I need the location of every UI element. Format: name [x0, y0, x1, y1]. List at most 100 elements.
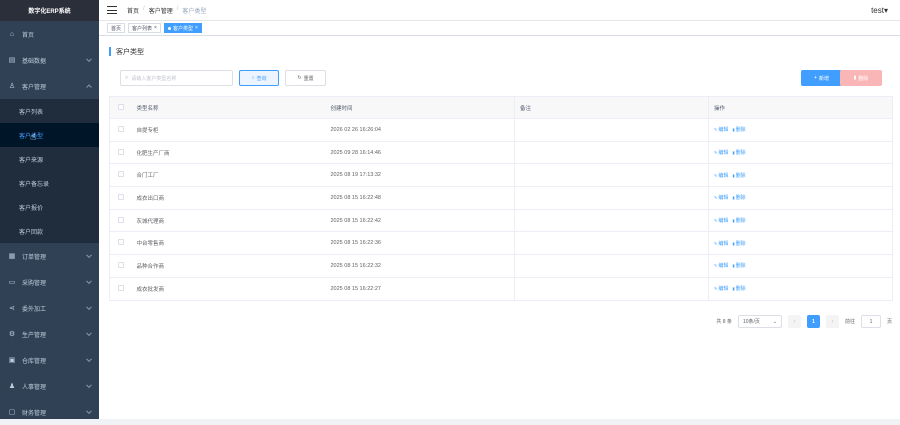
user-menu[interactable]: test▾ — [871, 6, 888, 15]
chevron-down-icon — [86, 304, 92, 310]
add-button[interactable]: + 新增 — [801, 70, 842, 86]
sidebar-item-6[interactable]: ⚙生产管理 — [0, 321, 99, 347]
row-delete-button[interactable]: ▮删除 — [732, 286, 745, 292]
page-size-select[interactable]: 10条/页 ⌄ — [738, 315, 782, 328]
chevron-down-icon — [86, 56, 92, 62]
row-checkbox[interactable] — [110, 255, 137, 278]
submenu-item-3[interactable]: 客户备忘录 — [0, 171, 99, 195]
cell-created-time: 2025 08 15 16:22:32 — [327, 255, 515, 278]
toolbar: ⌕ 请输入客户类型名称 ○ 查询 ↻ 重置 + 新增 ▮ 删除 — [109, 70, 890, 86]
edit-button[interactable]: ✎编辑 — [714, 286, 728, 292]
trash-icon: ▮ — [732, 127, 734, 132]
cell-created-time: 2025 08 19 17:13:32 — [327, 164, 515, 187]
row-checkbox[interactable] — [110, 277, 137, 300]
chevron-down-icon — [86, 278, 92, 284]
edit-button[interactable]: ✎编辑 — [714, 263, 728, 269]
cell-actions: ✎编辑 ▮删除 — [709, 255, 893, 278]
edit-label: 编辑 — [718, 127, 728, 133]
hamburger-icon[interactable] — [107, 6, 117, 14]
row-checkbox[interactable] — [110, 232, 137, 255]
table-row: 灰城代理商2025 08 15 16:22:42✎编辑▮删除 — [110, 209, 893, 232]
finance-icon: ▢ — [8, 408, 16, 416]
submenu-item-2[interactable]: 客户来源 — [0, 147, 99, 171]
tag-home[interactable]: 首页 — [107, 23, 125, 33]
breadcrumb-separator: / — [143, 6, 145, 15]
edit-label: 编辑 — [718, 195, 728, 201]
sidebar-item-0[interactable]: ⌂首页 — [0, 21, 99, 47]
cell-type-name: 品种合作商 — [137, 255, 327, 278]
edit-button[interactable]: ✎编辑 — [714, 195, 728, 201]
sidebar-item-9[interactable]: ▢财务管理 — [0, 399, 99, 425]
row-delete-button[interactable]: ▮删除 — [732, 241, 745, 247]
sidebar-item-2[interactable]: ♙客户管理 — [0, 73, 99, 99]
cell-type-name: 合门工厂 — [137, 164, 327, 187]
app-logo: 数字化ERP系统 — [0, 0, 99, 21]
sidebar-item-8[interactable]: ♟人事管理 — [0, 373, 99, 399]
sidebar-item-7[interactable]: ▣仓库管理 — [0, 347, 99, 373]
tag-customer-type[interactable]: 客户类型× — [164, 23, 202, 33]
close-icon[interactable]: × — [154, 25, 157, 31]
breadcrumb-home[interactable]: 首页 — [127, 6, 139, 15]
cell-created-time: 2025 08 15 16:22:36 — [327, 232, 515, 255]
cell-type-name: 化肥生产厂商 — [137, 141, 327, 164]
edit-button[interactable]: ✎编辑 — [714, 218, 728, 224]
goto-page-input[interactable]: 1 — [861, 315, 881, 328]
sidebar-item-4[interactable]: ▭采购管理 — [0, 269, 99, 295]
table-row: 成衣出口商2025 08 15 16:22:48✎编辑▮删除 — [110, 187, 893, 210]
row-delete-button[interactable]: ▮删除 — [732, 195, 745, 201]
row-delete-button[interactable]: ▮删除 — [732, 263, 745, 269]
row-checkbox[interactable] — [110, 119, 137, 142]
reset-button[interactable]: ↻ 重置 — [285, 70, 326, 86]
row-delete-button[interactable]: ▮删除 — [732, 150, 745, 156]
query-button[interactable]: ○ 查询 — [239, 70, 279, 86]
delete-button[interactable]: ▮ 删除 — [840, 70, 882, 86]
submenu-item-1[interactable]: 客户类型☝ — [0, 123, 99, 147]
active-dot-icon — [168, 27, 171, 30]
tag-customer-list[interactable]: 客户列表× — [128, 23, 161, 33]
submenu-item-4[interactable]: 客户报价 — [0, 195, 99, 219]
page-number-1[interactable]: 1 — [807, 315, 820, 328]
search-input[interactable]: ⌕ 请输入客户类型名称 — [120, 70, 233, 86]
tag-label: 首页 — [111, 25, 121, 32]
row-checkbox[interactable] — [110, 187, 137, 210]
next-page-button[interactable]: › — [826, 315, 839, 328]
table-body: 自提专柜2026 02 26 16:26:04✎编辑▮删除化肥生产厂商2025 … — [110, 119, 893, 301]
prev-page-button[interactable]: ‹ — [788, 315, 801, 328]
sidebar-item-1[interactable]: ▤基础数据 — [0, 47, 99, 73]
trash-icon: ▮ — [732, 150, 734, 155]
header-type-name: 类型名称 — [137, 97, 327, 119]
cell-type-name: 成衣批发商 — [137, 277, 327, 300]
row-delete-button[interactable]: ▮删除 — [732, 127, 745, 133]
row-checkbox[interactable] — [110, 141, 137, 164]
submenu-item-label: 客户备忘录 — [19, 179, 49, 188]
person-icon: ♟ — [8, 382, 16, 390]
close-icon[interactable]: × — [195, 25, 198, 31]
table-row: 成衣批发商2025 08 15 16:22:27✎编辑▮删除 — [110, 277, 893, 300]
cell-note — [515, 232, 709, 255]
sidebar-item-5[interactable]: ⋖委外加工 — [0, 295, 99, 321]
pagination: 共 8 条 10条/页 ⌄ ‹ 1 › 前往 1 页 — [716, 315, 892, 328]
row-delete-button[interactable]: ▮删除 — [732, 173, 745, 179]
cell-type-name: 成衣出口商 — [137, 187, 327, 210]
submenu-item-5[interactable]: 客户回款 — [0, 219, 99, 243]
hand-cursor-icon: ☝ — [30, 132, 36, 143]
row-delete-button[interactable]: ▮删除 — [732, 218, 745, 224]
edit-button[interactable]: ✎编辑 — [714, 150, 728, 156]
customer-type-table: 类型名称 创建时间 备注 操作 自提专柜2026 02 26 16:26:04✎… — [109, 96, 893, 301]
chevron-down-icon — [86, 356, 92, 362]
trash-icon: ▮ — [732, 173, 734, 178]
edit-button[interactable]: ✎编辑 — [714, 127, 728, 133]
table-row: 中台零售商2025 08 15 16:22:36✎编辑▮删除 — [110, 232, 893, 255]
table-row: 自提专柜2026 02 26 16:26:04✎编辑▮删除 — [110, 119, 893, 142]
select-all-checkbox[interactable] — [110, 97, 137, 119]
delete-label: 删除 — [736, 127, 746, 133]
breadcrumb-customer[interactable]: 客户管理 — [149, 6, 173, 15]
trash-icon: ▮ — [732, 195, 734, 200]
row-checkbox[interactable] — [110, 164, 137, 187]
edit-button[interactable]: ✎编辑 — [714, 173, 728, 179]
sidebar-item-3[interactable]: ▦订单管理 — [0, 243, 99, 269]
edit-button[interactable]: ✎编辑 — [714, 241, 728, 247]
submenu-item-0[interactable]: 客户列表 — [0, 99, 99, 123]
row-checkbox[interactable] — [110, 209, 137, 232]
breadcrumb-current: 客户类型 — [182, 6, 206, 15]
